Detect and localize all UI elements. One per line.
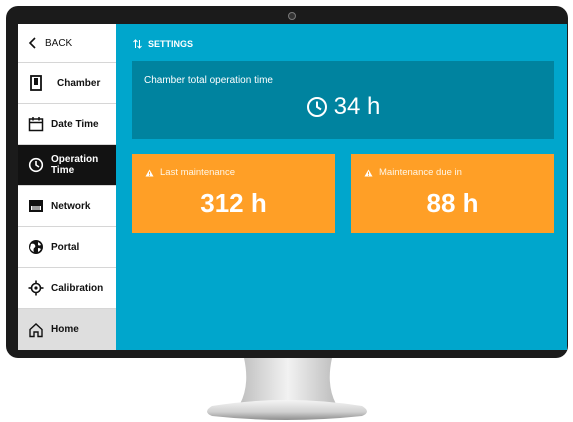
sidebar-item-label: Date Time: [51, 118, 99, 130]
sidebar-item-label-line2: Time: [51, 165, 75, 176]
sidebar-item-label-line1: Operation: [51, 154, 99, 165]
total-operation-time-value-row: 34 h: [132, 93, 554, 121]
sidebar: BACK Chamber Date Time Operation Time Ne…: [18, 24, 116, 350]
sidebar-item-label: Chamber: [57, 77, 101, 89]
warning-icon: [364, 169, 373, 177]
sort-arrows-icon: [133, 39, 142, 49]
back-label: BACK: [45, 37, 73, 49]
sidebar-item-label: Operation Time: [51, 154, 98, 176]
total-operation-time-card: Chamber total operation time 34 h: [132, 61, 554, 139]
sidebar-item-date-time[interactable]: Date Time: [18, 104, 116, 145]
page-title: SETTINGS: [148, 39, 194, 49]
warning-icon: [145, 169, 154, 177]
breadcrumb: SETTINGS: [133, 39, 193, 49]
last-maintenance-title-row: Last maintenance: [145, 167, 235, 178]
sidebar-item-home[interactable]: Home: [18, 309, 116, 350]
maintenance-due-title: Maintenance due in: [379, 167, 462, 178]
home-icon: [27, 321, 45, 339]
maintenance-due-value: 88 h: [426, 188, 479, 218]
sidebar-item-label: Network: [51, 200, 91, 212]
network-icon: [27, 197, 45, 215]
sidebar-item-label: Home: [51, 324, 79, 335]
maintenance-due-card: Maintenance due in 88 h: [351, 154, 554, 233]
total-operation-time-value: 34 h: [333, 93, 381, 120]
sidebar-item-chamber[interactable]: Chamber: [18, 63, 116, 104]
monitor-bezel: BACK Chamber Date Time Operation Time Ne…: [6, 6, 568, 358]
last-maintenance-card: Last maintenance 312 h: [132, 154, 335, 233]
sidebar-item-label: Calibration: [51, 282, 104, 294]
chamber-icon: [27, 74, 45, 92]
globe-icon: [27, 238, 45, 256]
last-maintenance-value: 312 h: [200, 188, 267, 218]
total-operation-time-title: Chamber total operation time: [144, 75, 273, 86]
calendar-icon: [27, 115, 45, 133]
main-content: SETTINGS Chamber total operation time 34…: [116, 24, 567, 350]
back-button[interactable]: BACK: [18, 24, 116, 63]
clock-icon: [27, 156, 45, 174]
chevron-left-icon: [24, 34, 42, 52]
sidebar-item-calibration[interactable]: Calibration: [18, 268, 116, 309]
maintenance-due-title-row: Maintenance due in: [364, 167, 462, 178]
camera-icon: [288, 12, 296, 20]
sidebar-item-portal[interactable]: Portal: [18, 227, 116, 268]
last-maintenance-title: Last maintenance: [160, 167, 235, 178]
clock-icon: [306, 96, 328, 118]
sidebar-item-label: Portal: [51, 241, 80, 253]
crosshair-icon: [27, 279, 45, 297]
sidebar-item-network[interactable]: Network: [18, 186, 116, 227]
sidebar-item-operation-time[interactable]: Operation Time: [18, 145, 116, 186]
screen: BACK Chamber Date Time Operation Time Ne…: [18, 24, 567, 350]
